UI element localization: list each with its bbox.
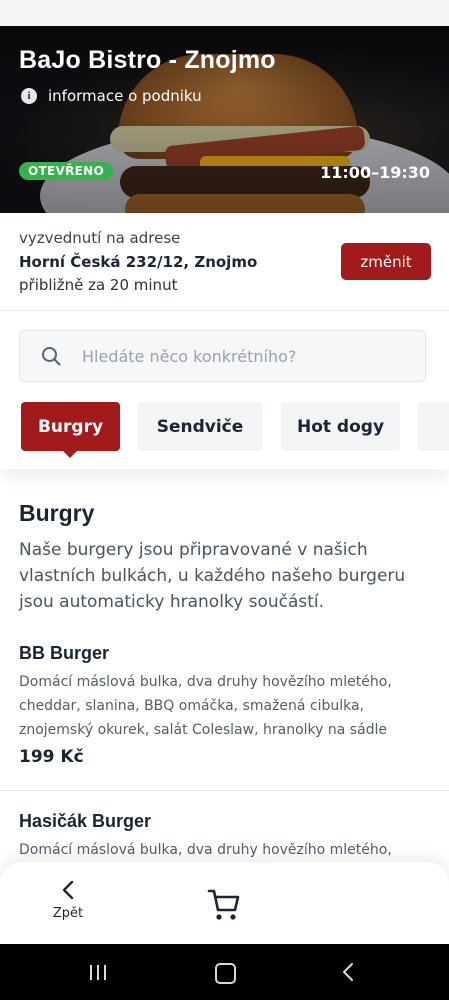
menu-item-name: Hasičák Burger [19,811,152,831]
back-label: Zpět [52,906,84,921]
tab-next-partial[interactable] [418,402,449,451]
recents-icon[interactable] [89,964,107,981]
info-link-label: informace o podniku [48,87,202,105]
pickup-section: vyzvednutí na adrese Horní Česká 232/12,… [0,213,449,311]
restaurant-name: BaJo Bistro - Znojmo [19,46,276,74]
status-bar [0,0,449,26]
opening-hours: 11:00–19:30 [320,163,430,182]
status-badge: OTEVŘENO [19,162,113,180]
pickup-label: vyzvednutí na adrese [19,229,181,247]
menu-filter-panel: Burgry Sendviče Hot dogy [0,311,449,469]
item-divider [0,790,449,791]
category-description: Naše burgery jsou připravované v našich … [19,540,406,612]
search-box[interactable] [19,330,426,382]
tab-hot-dogy[interactable]: Hot dogy [281,402,400,451]
tab-sendvice[interactable]: Sendviče [138,402,262,451]
menu-item-name: BB Burger [19,643,110,663]
restaurant-info-link[interactable]: i informace o podniku [21,87,202,105]
pickup-address: Horní Česká 232/12, Znojmo [19,253,258,271]
system-navigation-bar [0,944,449,1000]
search-icon [42,347,61,366]
search-input[interactable] [80,345,414,367]
tab-burgry[interactable]: Burgry [21,402,120,451]
category-tabs: Burgry Sendviče Hot dogy [0,402,449,458]
menu-item[interactable]: BB Burger Domácí máslová bulka, dva druh… [19,643,430,767]
menu-item-description: Domácí máslová bulka, dva druhy hovězího… [19,842,392,858]
change-pickup-button[interactable]: změnit [341,243,431,280]
home-icon[interactable] [215,963,236,984]
category-title: Burgry [19,500,95,526]
info-icon: i [21,88,37,104]
menu-item-description: Domácí máslová bulka, dva druhy hovězího… [19,674,392,738]
menu-item-price: 199 Kč [19,747,84,767]
menu-item[interactable]: Hasičák Burger Domácí máslová bulka, dva… [19,811,430,862]
active-tab-indicator [63,451,77,458]
pickup-eta: přibližně za 20 minut [19,276,178,294]
bottom-action-bar: Zpět [0,862,449,944]
chevron-left-icon [62,880,74,900]
system-back-icon[interactable] [341,962,355,982]
hero-banner: BaJo Bistro - Znojmo i informace o podni… [0,26,449,213]
cart-icon[interactable] [206,886,242,922]
back-button[interactable]: Zpět [40,880,96,930]
